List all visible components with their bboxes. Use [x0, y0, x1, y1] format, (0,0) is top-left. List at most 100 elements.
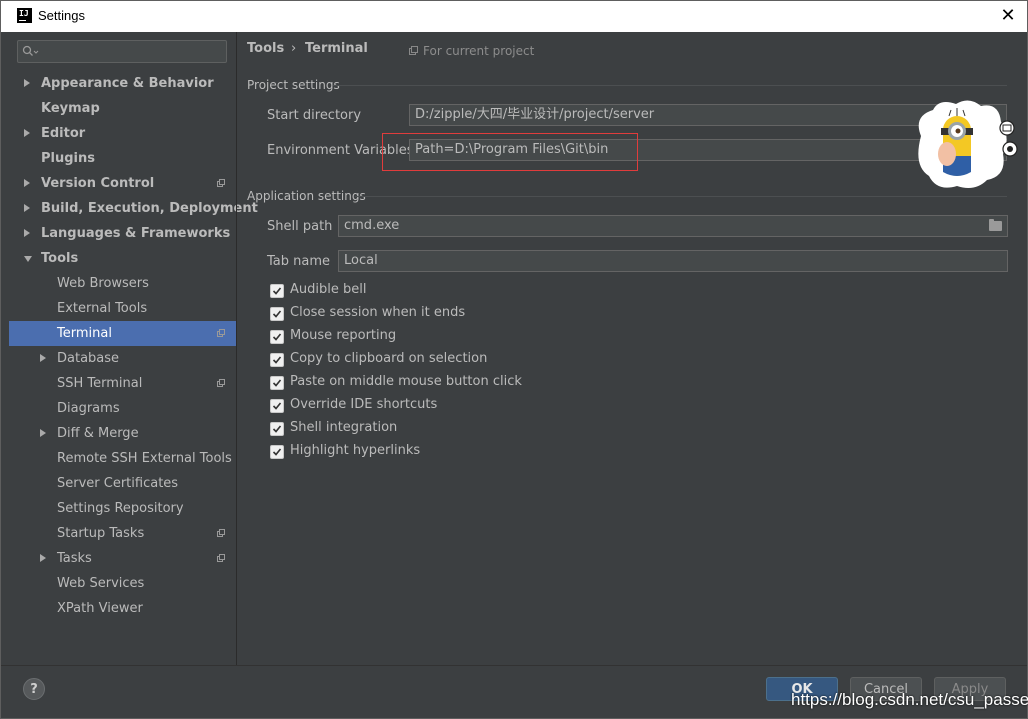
option-label: Close session when it ends [290, 305, 466, 320]
project-scope-icon [217, 329, 226, 338]
sidebar-item-languages-frameworks[interactable]: Languages & Frameworks [9, 221, 236, 246]
scope-label: For current project [409, 44, 534, 58]
sidebar-item-label: Diagrams [57, 401, 120, 416]
app-settings-title: Application settings [247, 189, 366, 203]
project-settings-divider [333, 85, 1007, 86]
sidebar-item-startup-tasks[interactable]: Startup Tasks [9, 521, 236, 546]
sidebar-item-label: Tasks [57, 551, 92, 566]
checkmark-icon [272, 425, 282, 433]
chevron-right-icon[interactable] [40, 354, 46, 362]
sidebar-item-label: Server Certificates [57, 476, 179, 491]
breadcrumb-separator: › [291, 41, 297, 56]
help-button[interactable]: ? [23, 678, 45, 700]
chevron-right-icon[interactable] [24, 204, 30, 212]
chevron-right-icon[interactable] [40, 429, 46, 437]
window-title: Settings [38, 8, 85, 23]
sidebar-item-label: Keymap [41, 101, 100, 116]
sidebar-item-appearance-behavior[interactable]: Appearance & Behavior [9, 71, 236, 96]
sidebar-item-keymap[interactable]: Keymap [9, 96, 236, 121]
sidebar-item-label: Web Browsers [57, 276, 149, 291]
annotation-highlight-box [382, 133, 638, 171]
option-label: Audible bell [290, 282, 367, 297]
mouse-reporting-checkbox[interactable] [270, 330, 284, 344]
chevron-right-icon[interactable] [24, 179, 30, 187]
option-label: Highlight hyperlinks [290, 443, 421, 458]
sidebar-item-web-services[interactable]: Web Services [9, 571, 236, 596]
checkmark-icon [272, 310, 282, 318]
chevron-right-icon[interactable] [24, 229, 30, 237]
close-icon[interactable]: ✕ [997, 5, 1019, 27]
tab-name-field[interactable]: Local [338, 250, 1008, 272]
project-scope-icon [217, 179, 226, 188]
sidebar-item-label: Languages & Frameworks [41, 226, 231, 241]
audible-bell-checkbox[interactable] [270, 284, 284, 298]
terminal-settings-panel: Tools › Terminal For current project Pro… [237, 32, 1027, 665]
sidebar-item-ssh-terminal[interactable]: SSH Terminal [9, 371, 236, 396]
search-icon [22, 45, 39, 56]
option-label: Override IDE shortcuts [290, 397, 438, 412]
sidebar-item-database[interactable]: Database [9, 346, 236, 371]
highlight-hyperlinks-checkbox[interactable] [270, 445, 284, 459]
settings-tree: Appearance & Behavior Keymap Editor Plugins… [9, 71, 258, 621]
project-scope-icon [217, 379, 226, 388]
settings-search-input[interactable] [17, 40, 227, 63]
sidebar-item-external-tools[interactable]: External Tools [9, 296, 236, 321]
sidebar-item-tools[interactable]: Tools [9, 246, 236, 271]
sidebar-item-label: Build, Execution, Deployment [41, 201, 258, 216]
sidebar-item-build-execution-deployment[interactable]: Build, Execution, Deployment [9, 196, 258, 221]
sidebar-item-label: Editor [41, 126, 86, 141]
sidebar-item-web-browsers[interactable]: Web Browsers [9, 271, 236, 296]
sidebar-item-server-certificates[interactable]: Server Certificates [9, 471, 236, 496]
tab-name-value: Local [344, 253, 378, 268]
project-settings-title: Project settings [247, 78, 340, 92]
paste-on-middle-mouse-button-click-checkbox[interactable] [270, 376, 284, 390]
watermark-text: https://blog.csdn.net/csu_passer [791, 690, 1028, 709]
sidebar-item-terminal[interactable]: Terminal [9, 321, 236, 346]
sidebar-item-settings-repository[interactable]: Settings Repository [9, 496, 236, 521]
project-scope-icon [217, 529, 226, 538]
sidebar-item-plugins[interactable]: Plugins [9, 146, 236, 171]
sidebar-item-tasks[interactable]: Tasks [9, 546, 236, 571]
scope-text: For current project [423, 44, 535, 58]
folder-icon[interactable] [989, 219, 1002, 231]
chevron-right-icon[interactable] [24, 79, 30, 87]
sidebar-item-label: Plugins [41, 151, 95, 166]
minion-sticker [918, 100, 1018, 188]
sidebar-item-remote-ssh-external-tools[interactable]: Remote SSH External Tools [9, 446, 236, 471]
option-label: Paste on middle mouse button click [290, 374, 522, 389]
sidebar-item-label: Startup Tasks [57, 526, 145, 541]
shell-path-label: Shell path [267, 219, 333, 234]
tab-name-label: Tab name [267, 254, 331, 269]
footer-divider [1, 665, 1027, 666]
sidebar-item-label: Database [57, 351, 120, 366]
chevron-right-icon[interactable] [24, 129, 30, 137]
sidebar-item-version-control[interactable]: Version Control [9, 171, 236, 196]
sidebar-item-diagrams[interactable]: Diagrams [9, 396, 236, 421]
sidebar-item-editor[interactable]: Editor [9, 121, 236, 146]
sidebar-item-xpath-viewer[interactable]: XPath Viewer [9, 596, 236, 621]
chevron-right-icon[interactable] [40, 554, 46, 562]
sidebar-item-label: Version Control [41, 176, 155, 191]
checkmark-icon [272, 333, 282, 341]
checkmark-icon [272, 379, 282, 387]
breadcrumb-parent[interactable]: Tools [247, 41, 284, 56]
sidebar-item-label: Web Services [57, 576, 145, 591]
start-directory-value: D:/zipple/大四/毕业设计/project/server [415, 107, 655, 122]
sidebar-item-label: XPath Viewer [57, 601, 143, 616]
title-bar: IJ Settings ✕ [1, 1, 1027, 32]
sidebar-item-label: Remote SSH External Tools [57, 451, 232, 466]
shell-path-field[interactable]: cmd.exe [338, 215, 1008, 237]
intellij-logo-icon: IJ [17, 8, 32, 23]
shell-integration-checkbox[interactable] [270, 422, 284, 436]
sidebar-item-label: External Tools [57, 301, 148, 316]
override-ide-shortcuts-checkbox[interactable] [270, 399, 284, 413]
app-settings-divider [355, 196, 1007, 197]
close-session-when-it-ends-checkbox[interactable] [270, 307, 284, 321]
checkmark-icon [272, 287, 282, 295]
copy-to-clipboard-on-selection-checkbox[interactable] [270, 353, 284, 367]
sidebar-item-diff-merge[interactable]: Diff & Merge [9, 421, 236, 446]
sidebar-item-label: Tools [41, 251, 79, 266]
settings-window: IJ Settings ✕ Appearance & Behavior Keyma… [0, 0, 1028, 719]
project-scope-icon [409, 46, 419, 56]
chevron-down-icon[interactable] [24, 256, 32, 262]
